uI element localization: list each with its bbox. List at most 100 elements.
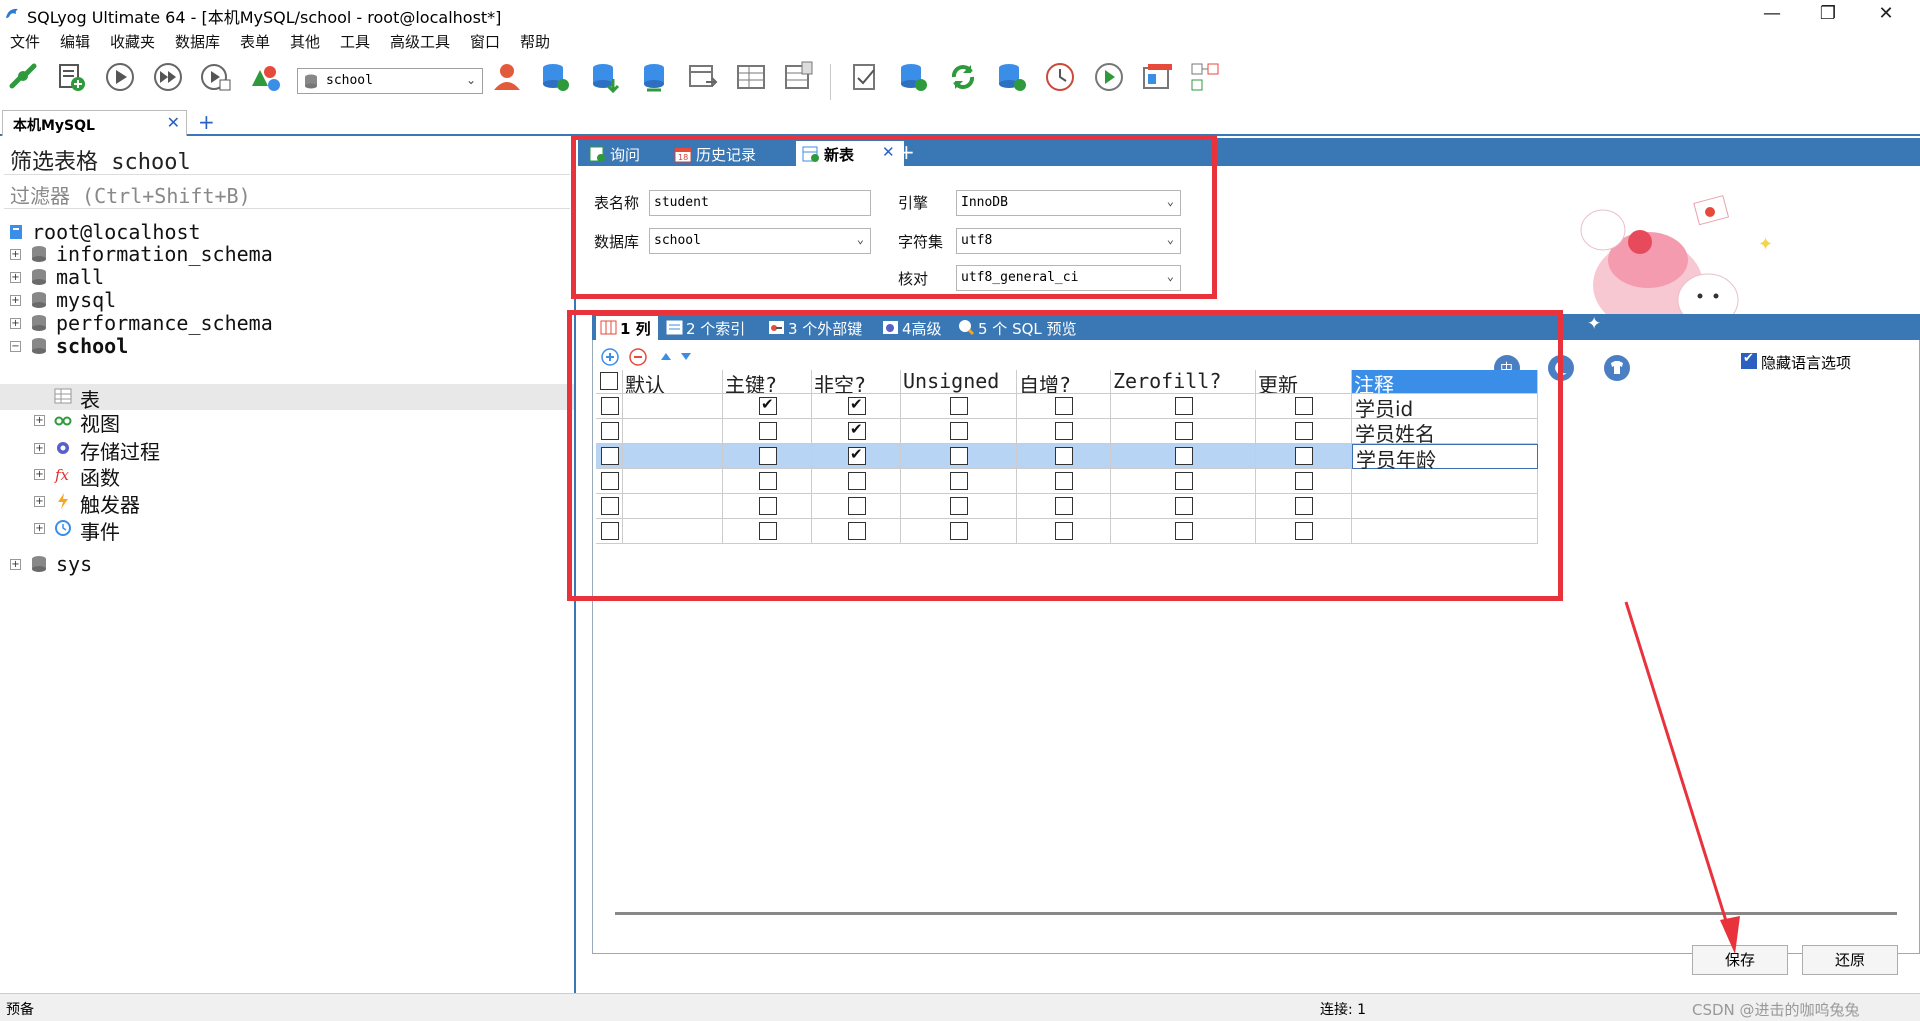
tree-label: performance_schema	[56, 311, 273, 335]
table-data-icon[interactable]	[734, 60, 768, 94]
execute-edit-icon[interactable]	[199, 60, 233, 94]
menu-other[interactable]: 其他	[290, 31, 320, 52]
database-icon	[32, 246, 46, 262]
expand-icon[interactable]: +	[34, 415, 45, 426]
scheduler-clock-icon[interactable]	[1043, 60, 1077, 94]
connect-icon[interactable]	[6, 60, 40, 94]
connection-tab-label: 本机MySQL	[13, 118, 95, 134]
menu-advanced-tools[interactable]: 高级工具	[390, 31, 450, 52]
database-icon	[32, 315, 46, 331]
tree-school-functions[interactable]: + fx 函数	[34, 462, 434, 490]
title-bar: SQLyog Ultimate 64 - [本机MySQL/school - r…	[0, 0, 1920, 28]
restore-button[interactable]: ❐	[1808, 2, 1848, 26]
toolbar-separator	[830, 64, 831, 100]
expand-icon[interactable]: +	[34, 443, 45, 454]
expand-icon[interactable]: +	[10, 318, 21, 329]
execute-icon[interactable]	[103, 60, 137, 94]
window-title: SQLyog Ultimate 64 - [本机MySQL/school - r…	[27, 8, 502, 27]
expand-icon[interactable]: +	[10, 272, 21, 283]
create-database-icon[interactable]	[538, 60, 572, 94]
connection-count: 连接: 1	[1320, 1002, 1367, 1018]
close-window-button[interactable]: ✕	[1866, 2, 1906, 26]
tree-label: mysql	[56, 288, 117, 312]
expand-icon[interactable]: +	[34, 496, 45, 507]
menu-database[interactable]: 数据库	[175, 31, 220, 52]
divider	[4, 174, 570, 175]
tree-db-school[interactable]: − school	[10, 334, 410, 360]
tree-school-events[interactable]: + 事件	[34, 516, 434, 544]
tree-label: 事件	[80, 520, 120, 544]
tree-label: 触发器	[80, 493, 140, 517]
gear-icon	[57, 442, 69, 454]
database-select-value: school	[326, 73, 373, 88]
tree-label: information_schema	[56, 242, 273, 266]
lightning-icon	[58, 493, 68, 509]
menu-help[interactable]: 帮助	[520, 31, 550, 52]
tree-label: 视图	[80, 412, 120, 436]
expand-icon[interactable]: +	[10, 295, 21, 306]
schema-designer-icon[interactable]	[248, 60, 282, 94]
collapse-icon[interactable]: −	[10, 341, 21, 352]
minimize-button[interactable]: —	[1752, 2, 1792, 26]
query-builder-icon[interactable]	[1140, 60, 1174, 94]
execute-all-icon[interactable]	[151, 60, 185, 94]
sync-database-icon[interactable]	[896, 60, 930, 94]
hide-lang-checkbox[interactable]: ✔	[1741, 351, 1757, 369]
tree-label: 函数	[80, 466, 120, 490]
menu-table[interactable]: 表单	[240, 31, 270, 52]
job-agent-icon[interactable]	[1092, 60, 1126, 94]
schema-compare-icon[interactable]	[1188, 60, 1222, 94]
tree-school-triggers[interactable]: + 触发器	[34, 489, 434, 517]
status-bar: 预备 连接: 1 CSDN @进击的咖呜兔兔	[0, 993, 1920, 1021]
divider	[4, 208, 570, 209]
connection-tab-bar: 本机MySQL ✕ +	[0, 108, 1920, 136]
toolbar: school ⌄	[0, 54, 1920, 106]
hide-lang-label: 隐藏语言选项	[1761, 354, 1852, 372]
database-icon	[32, 338, 46, 354]
database-select[interactable]: school ⌄	[297, 68, 483, 94]
menu-window[interactable]: 窗口	[470, 31, 500, 52]
annotation-box-table-properties	[571, 135, 1217, 299]
expand-icon[interactable]: +	[10, 249, 21, 260]
filter-label[interactable]: 筛选表格 school	[10, 144, 191, 176]
database-icon	[305, 74, 317, 89]
menu-file[interactable]: 文件	[10, 31, 40, 52]
table-icon	[54, 388, 72, 404]
tree-label: 存储过程	[80, 440, 160, 464]
schema-sync-icon[interactable]	[994, 60, 1028, 94]
import-table-icon[interactable]	[686, 60, 720, 94]
add-connection-icon[interactable]: +	[198, 110, 215, 134]
connection-tab[interactable]: 本机MySQL ✕	[2, 110, 187, 136]
shirt-icon[interactable]	[1603, 354, 1631, 382]
new-query-icon[interactable]	[54, 60, 88, 94]
filter-input-hint[interactable]: 过滤器 (Ctrl+Shift+B)	[10, 180, 251, 209]
svg-text:fx: fx	[54, 466, 70, 483]
expand-icon[interactable]: +	[10, 559, 21, 570]
restore-button[interactable]: 还原	[1802, 945, 1898, 975]
refresh-icon[interactable]	[946, 60, 980, 94]
expand-icon[interactable]: +	[34, 523, 45, 534]
menu-favorites[interactable]: 收藏夹	[110, 31, 155, 52]
expand-icon[interactable]: +	[34, 469, 45, 480]
object-browser: 筛选表格 school 过滤器 (Ctrl+Shift+B) root@loca…	[0, 138, 576, 993]
tree-school-procedures[interactable]: + 存储过程	[34, 436, 434, 464]
sparkle-decoration-icon: ✦	[1587, 314, 1602, 334]
close-icon[interactable]: ✕	[167, 113, 180, 132]
tree-school-views[interactable]: + 视图	[34, 408, 434, 436]
svg-text:✦: ✦	[1758, 234, 1773, 255]
tree-db-sys[interactable]: + sys	[10, 552, 410, 578]
clock-icon	[55, 520, 71, 536]
user-manager-icon[interactable]	[490, 60, 524, 94]
status-text: 预备	[6, 1002, 34, 1018]
database-icon	[32, 269, 46, 285]
restore-database-icon[interactable]	[637, 60, 671, 94]
watermark: CSDN @进击的咖呜兔兔	[1692, 1001, 1860, 1019]
tree-school-tables[interactable]: 表	[34, 384, 434, 412]
tree-label: mall	[56, 265, 105, 289]
backup-database-icon[interactable]	[588, 60, 622, 94]
format-query-icon[interactable]	[848, 60, 882, 94]
menu-tools[interactable]: 工具	[340, 31, 370, 52]
menu-edit[interactable]: 编辑	[60, 31, 90, 52]
annotation-box-columns-grid	[567, 310, 1563, 601]
table-structure-icon[interactable]	[782, 60, 816, 94]
